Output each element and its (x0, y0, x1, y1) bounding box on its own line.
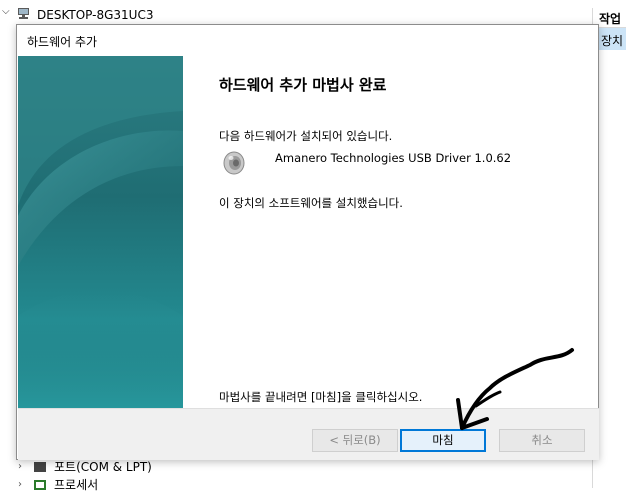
tree-item-label: 프로세서 (54, 478, 99, 492)
chevron-right-icon[interactable]: › (18, 461, 32, 472)
computer-icon (18, 8, 29, 19)
installed-message: 이 장치의 소프트웨어를 설치했습니다. (219, 196, 403, 210)
dialog-titlebar[interactable]: 하드웨어 추가 (17, 25, 598, 55)
computer-name-label: DESKTOP-8G31UC3 (37, 8, 154, 22)
finish-button[interactable]: 마침 (400, 429, 486, 452)
back-button[interactable]: < 뒤로(B) (312, 429, 398, 452)
wizard-side-graphic (18, 56, 183, 408)
chevron-right-icon[interactable]: › (18, 479, 32, 490)
processor-icon (34, 479, 46, 490)
device-name: Amanero Technologies USB Driver 1.0.62 (275, 151, 512, 165)
chevron-down-icon[interactable]: ⌵ (2, 6, 10, 17)
installed-intro-text: 다음 하드웨어가 설치되어 있습니다. (219, 129, 393, 143)
add-hardware-dialog: 하드웨어 추가 하드웨어 추가 마법사 완료 다음 하드웨어가 설치되어 있습니… (16, 24, 599, 460)
dialog-title: 하드웨어 추가 (27, 35, 98, 49)
wizard-heading: 하드웨어 추가 마법사 완료 (219, 76, 387, 94)
wizard-swoosh-art (18, 56, 183, 408)
tree-item-label: 포트(COM & LPT) (54, 460, 152, 474)
dialog-footer: < 뒤로(B) 마침 취소 (18, 408, 599, 460)
finish-instruction: 마법사를 끝내려면 [마침]을 클릭하십시오. (219, 390, 423, 404)
wizard-content: 하드웨어 추가 마법사 완료 다음 하드웨어가 설치되어 있습니다. Amane… (183, 56, 598, 408)
cancel-button[interactable]: 취소 (499, 429, 585, 452)
tree-item-ports[interactable]: › 포트(COM & LPT) (18, 458, 152, 475)
speaker-icon (223, 151, 245, 175)
tree-item-processors[interactable]: › 프로세서 (18, 476, 98, 493)
device-tree-root[interactable]: ⌵ DESKTOP-8G31UC3 (0, 0, 590, 24)
port-icon (34, 461, 46, 472)
